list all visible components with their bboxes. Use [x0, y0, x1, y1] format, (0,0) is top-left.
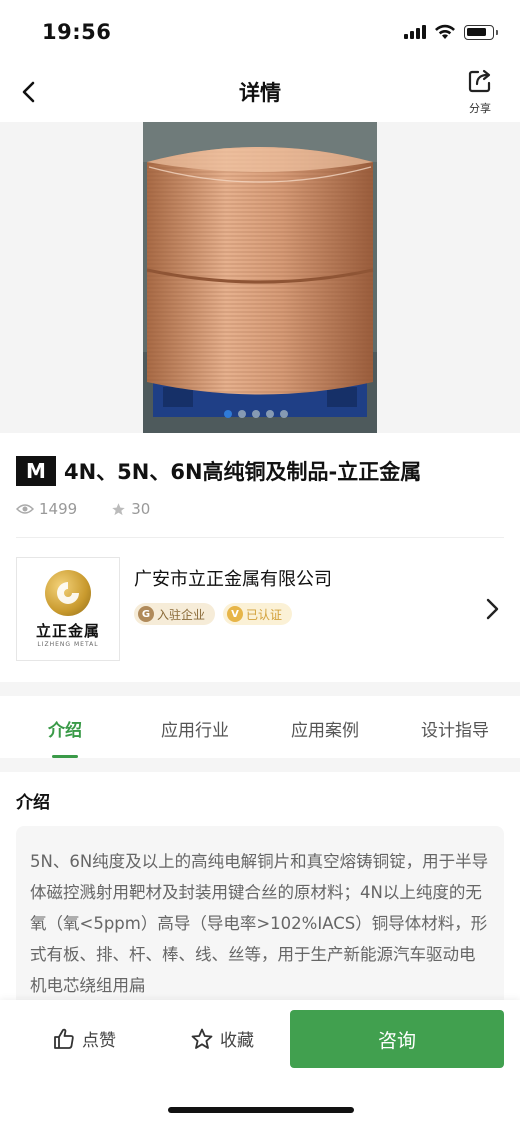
divider: [16, 537, 504, 538]
settled-icon: G: [138, 606, 154, 622]
brand-badge: M: [16, 456, 56, 486]
carousel-dot[interactable]: [252, 410, 260, 418]
carousel-dot[interactable]: [266, 410, 274, 418]
intro-box: 5N、6N纯度及以上的高纯电解铜片和真空熔铸铜锭，用于半导体磁控溅射用靶材及封装…: [16, 826, 504, 1026]
carousel-dot[interactable]: [224, 410, 232, 418]
status-time: 19:56: [42, 20, 112, 44]
share-button[interactable]: 分享: [464, 68, 496, 116]
verified-badge-label: 已认证: [246, 607, 283, 622]
tab-design-guide[interactable]: 设计指导: [390, 696, 520, 758]
favorite-label: 收藏: [220, 1031, 254, 1051]
tab-cases[interactable]: 应用案例: [260, 696, 390, 758]
battery-icon: [464, 24, 498, 40]
tab-intro[interactable]: 介绍: [0, 696, 130, 758]
view-count: 1499: [16, 500, 77, 518]
like-label: 点赞: [82, 1031, 116, 1051]
intro-text: 5N、6N纯度及以上的高纯电解铜片和真空熔铸铜锭，用于半导体磁控溅射用靶材及封装…: [30, 852, 489, 995]
page-title: 详情: [239, 81, 281, 105]
eye-icon: [16, 504, 34, 514]
copper-coil-image: [143, 122, 377, 433]
company-logo-en: LIZHENG METAL: [37, 641, 99, 648]
favorite-count-value: 30: [131, 500, 151, 518]
section-separator: [0, 758, 520, 772]
home-indicator: [168, 1107, 354, 1113]
company-logo: 立正金属 LIZHENG METAL: [16, 557, 120, 661]
favorite-count: 30: [111, 500, 150, 518]
tab-bar: 介绍 应用行业 应用案例 设计指导: [0, 696, 520, 758]
settled-badge: G 入驻企业: [134, 603, 216, 625]
thumbs-up-icon: [54, 1028, 74, 1049]
share-icon: [468, 69, 491, 93]
product-title-row: M 4N、5N、6N高纯铜及制品-立正金属: [16, 456, 504, 486]
star-outline-icon: [191, 1028, 213, 1049]
nav-bar: 详情 分享: [0, 62, 520, 122]
section-separator: [0, 682, 520, 696]
verified-badge: V 已认证: [223, 603, 293, 625]
signal-icon: [404, 25, 426, 39]
consult-button[interactable]: 咨询: [290, 1010, 504, 1068]
star-icon: [112, 502, 125, 515]
status-icons: [404, 24, 498, 40]
status-bar: 19:56: [0, 0, 520, 62]
company-logo-name: 立正金属: [35, 622, 100, 640]
company-name: 广安市立正金属有限公司: [134, 569, 332, 590]
wifi-icon: [435, 24, 455, 39]
carousel-dot[interactable]: [280, 410, 288, 418]
product-title: 4N、5N、6N高纯铜及制品-立正金属: [64, 460, 422, 484]
carousel-dots: [224, 410, 288, 418]
tab-industries[interactable]: 应用行业: [130, 696, 260, 758]
image-carousel[interactable]: [0, 122, 520, 433]
product-stats: 1499 30: [16, 500, 150, 518]
favorite-button[interactable]: 收藏: [190, 1026, 254, 1051]
product-image[interactable]: [143, 122, 377, 433]
chevron-right-icon[interactable]: [482, 597, 502, 621]
share-label: 分享: [469, 102, 491, 115]
company-card[interactable]: 立正金属 LIZHENG METAL 广安市立正金属有限公司 G 入驻企业 V …: [16, 557, 504, 663]
company-badges: G 入驻企业 V 已认证: [134, 603, 293, 625]
company-emblem-icon: [45, 570, 91, 616]
view-count-value: 1499: [39, 500, 78, 518]
intro-heading: 介绍: [16, 793, 50, 813]
like-button[interactable]: 点赞: [52, 1026, 116, 1051]
carousel-dot[interactable]: [238, 410, 246, 418]
verified-icon: V: [227, 606, 244, 622]
settled-badge-label: 入驻企业: [157, 607, 206, 622]
